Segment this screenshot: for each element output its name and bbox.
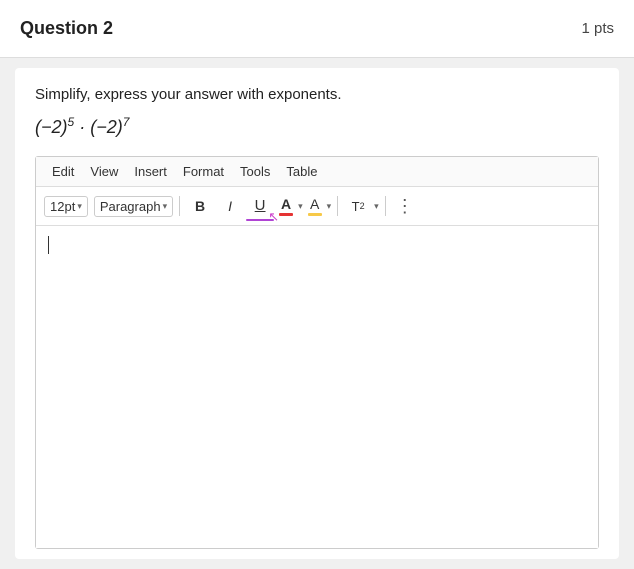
question-title: Question 2	[20, 18, 113, 39]
highlight-group: A ▾	[305, 192, 332, 220]
text-cursor	[48, 236, 49, 254]
math-exp-2: 7	[123, 115, 130, 129]
toolbar-separator-1	[179, 196, 180, 216]
font-color-label: A	[281, 196, 291, 212]
math-base-2: −2	[96, 117, 117, 137]
paragraph-style-selector[interactable]: Paragraph ▾	[94, 196, 173, 217]
menu-bar: Edit View Insert Format Tools Table	[36, 157, 598, 187]
toolbar: 12pt ▾ Paragraph ▾ B I U	[36, 187, 598, 226]
highlight-button[interactable]: A	[305, 192, 325, 220]
underline-color-bar	[246, 219, 274, 221]
more-options-button[interactable]: ⋮	[392, 194, 418, 219]
font-size-chevron-icon: ▾	[77, 201, 82, 212]
underline-button[interactable]: U	[246, 191, 274, 219]
text-editor[interactable]	[36, 226, 598, 548]
highlight-label: A	[310, 196, 319, 212]
paragraph-style-value: Paragraph	[100, 199, 161, 214]
question-instruction: Simplify, express your answer with expon…	[35, 86, 599, 103]
highlight-chevron-icon[interactable]: ▾	[327, 201, 332, 212]
menu-tools[interactable]: Tools	[232, 161, 278, 182]
menu-view[interactable]: View	[82, 161, 126, 182]
superscript-group: T2 ▾	[344, 192, 379, 220]
paragraph-chevron-icon: ▾	[163, 201, 168, 212]
menu-insert[interactable]: Insert	[126, 161, 175, 182]
font-color-group: A ▾	[276, 192, 303, 220]
superscript-chevron-icon[interactable]: ▾	[374, 201, 379, 212]
math-expression: (−2)5 · (−2)7	[35, 115, 599, 138]
math-base-1: −2	[41, 117, 62, 137]
menu-table[interactable]: Table	[278, 161, 325, 182]
font-color-indicator	[279, 213, 293, 216]
bold-button[interactable]: B	[186, 192, 214, 220]
font-color-button[interactable]: A	[276, 192, 296, 220]
page-wrapper: Question 2 1 pts Simplify, express your …	[0, 0, 634, 569]
editor-container: Edit View Insert Format Tools Table 12pt…	[35, 156, 599, 549]
font-color-chevron-icon[interactable]: ▾	[298, 201, 303, 212]
question-points: 1 pts	[581, 20, 614, 37]
underline-wrapper: U ↖	[246, 191, 274, 221]
font-size-selector[interactable]: 12pt ▾	[44, 196, 88, 217]
toolbar-separator-2	[337, 196, 338, 216]
toolbar-separator-3	[385, 196, 386, 216]
italic-button[interactable]: I	[216, 192, 244, 220]
content-area: Simplify, express your answer with expon…	[15, 68, 619, 559]
highlight-color-indicator	[308, 213, 322, 216]
math-dot: ·	[74, 117, 90, 137]
superscript-button[interactable]: T2	[344, 192, 372, 220]
question-header: Question 2 1 pts	[0, 0, 634, 58]
menu-edit[interactable]: Edit	[44, 161, 82, 182]
menu-format[interactable]: Format	[175, 161, 232, 182]
font-size-value: 12pt	[50, 199, 75, 214]
